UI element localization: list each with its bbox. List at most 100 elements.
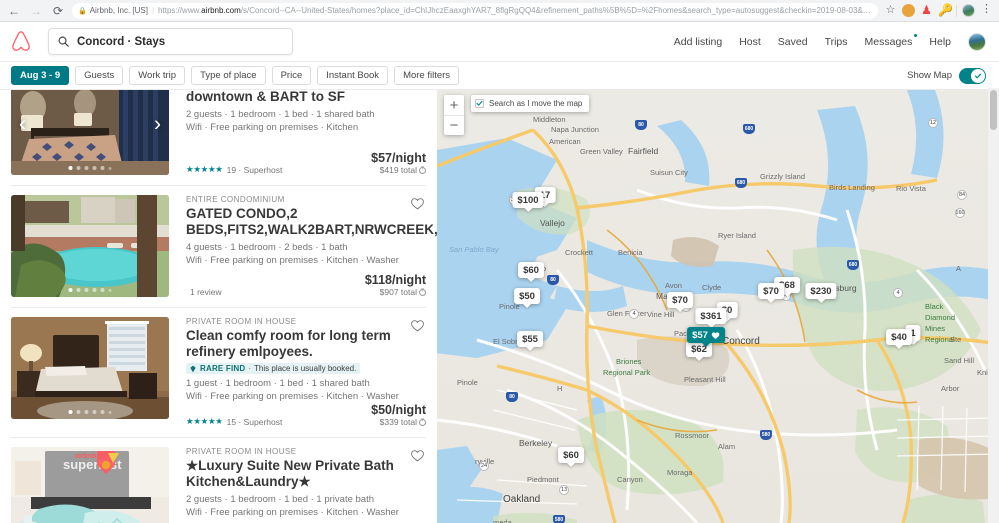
highway-shield-i580b: 580 xyxy=(760,430,772,440)
map-price-marker-50[interactable]: $50 xyxy=(514,288,540,308)
map-price-marker-361[interactable]: $361 xyxy=(695,308,727,328)
map-zoom-out-button[interactable]: − xyxy=(444,115,464,135)
filter-price[interactable]: Price xyxy=(271,66,312,85)
page-scrollbar-thumb[interactable] xyxy=(990,90,997,130)
listing-specs: 1 guest · 1 bedroom · 1 bed · 1 shared b… xyxy=(186,378,370,389)
listing-review-count: 1 review xyxy=(190,287,222,297)
toggle-knob xyxy=(971,68,985,83)
nav-add-listing[interactable]: Add listing xyxy=(674,36,722,48)
listing-photo[interactable]: ‹ › xyxy=(11,90,169,175)
listing-total: $907 total? xyxy=(365,287,426,297)
listing-photo[interactable] xyxy=(11,317,169,419)
filter-guests[interactable]: Guests xyxy=(75,66,124,85)
marker-tail xyxy=(782,293,791,297)
search-results-list[interactable]: ‹ › Large private room Concord downtown … xyxy=(0,90,437,523)
listing-photo-image xyxy=(11,317,169,419)
user-avatar[interactable] xyxy=(968,32,986,51)
highway-shield-84: 84 xyxy=(957,190,967,200)
listing-title[interactable]: ★Luxury Suite New Private Bath Kitchen&L… xyxy=(186,458,426,490)
star-rating-icon: ★★★★★ xyxy=(186,164,223,174)
listing-card[interactable]: Private room in house Clean comfy room f… xyxy=(11,308,426,438)
chrome-menu-icon[interactable]: ⋮ xyxy=(980,4,993,17)
filter-more-filters[interactable]: More filters xyxy=(394,66,460,85)
favorite-heart-icon[interactable] xyxy=(410,318,425,333)
map-price-marker-230[interactable]: $230 xyxy=(805,283,837,303)
map-price-marker-70-b[interactable]: $70 xyxy=(758,283,784,303)
carousel-next-icon[interactable]: › xyxy=(154,114,161,135)
highway-shield-24: 24 xyxy=(479,461,489,471)
nav-saved[interactable]: Saved xyxy=(778,36,808,48)
listing-photo-image: superh st airbnb xyxy=(11,447,169,523)
map-panel[interactable]: San Pablo Bay Middleton Napa Junction Am… xyxy=(437,90,999,523)
reload-icon[interactable]: ⟳ xyxy=(48,2,68,20)
listing-card[interactable]: ‹ › Large private room Concord downtown … xyxy=(11,90,426,186)
address-bar[interactable]: 🔒 Airbnb, Inc. [US] | https://www.airbnb… xyxy=(72,2,878,19)
filter-instant-book[interactable]: Instant Book xyxy=(317,66,389,85)
show-map-label: Show Map xyxy=(907,70,952,81)
highway-shield-4c: 4 xyxy=(629,309,639,319)
chrome-profile-avatar[interactable] xyxy=(962,4,975,17)
back-arrow-icon[interactable]: ← xyxy=(4,2,24,20)
nav-help[interactable]: Help xyxy=(929,36,951,48)
listing-card[interactable]: superh st airbnb Private room in house ★… xyxy=(11,438,426,523)
map-price-marker-60-a[interactable]: $60 xyxy=(518,262,544,282)
listing-total: $419 total? xyxy=(371,165,426,175)
show-map-toggle[interactable] xyxy=(959,67,986,84)
listing-photo[interactable]: superh st airbnb xyxy=(11,447,169,523)
search-input[interactable]: Concord · Stays xyxy=(48,28,293,55)
photo-dots xyxy=(68,288,112,292)
favorite-heart-icon[interactable] xyxy=(410,196,425,211)
info-question-icon[interactable]: ? xyxy=(419,166,426,174)
map-price-marker-70-a[interactable]: $70 xyxy=(667,292,693,312)
filter-dates[interactable]: Aug 3 - 9 xyxy=(11,66,70,85)
listing-price: $57/night xyxy=(371,151,426,165)
nav-trips[interactable]: Trips xyxy=(825,36,848,48)
extension-key-icon[interactable]: 🔑 xyxy=(938,4,953,17)
marker-price-label: $50 xyxy=(514,288,540,304)
listing-photo-image xyxy=(11,195,169,297)
site-header: Concord · Stays Add listing Host Saved T… xyxy=(0,22,999,62)
listing-rating: ★★★★★ 15 · Superhost xyxy=(186,416,282,427)
map-price-marker-57-selected[interactable]: $57 xyxy=(687,327,725,347)
highway-shield-i80-b: 80 xyxy=(547,275,559,285)
listing-amenities: Wifi · Free parking on premises · Kitche… xyxy=(186,391,399,402)
marker-price-label: $40 xyxy=(886,329,912,345)
listing-bottom-row: ★★★★★ 19 · Superhost $57/night $419 tota… xyxy=(186,151,426,175)
listing-title[interactable]: Clean comfy room for long term refinery … xyxy=(186,328,426,360)
map-price-marker-100[interactable]: $100 xyxy=(512,192,544,212)
map-price-marker-55[interactable]: $55 xyxy=(517,331,543,351)
listing-card[interactable]: Entire condominium GATED CONDO,2 BEDS,FI… xyxy=(11,186,437,308)
listing-total: $339 total? xyxy=(371,417,426,427)
diamond-icon xyxy=(190,365,196,372)
filter-type-of-place[interactable]: Type of place xyxy=(191,66,266,85)
map-zoom-in-button[interactable]: + xyxy=(444,95,464,115)
listing-title[interactable]: GATED CONDO,2 BEDS,FITS2,WALK2BART,NRWCR… xyxy=(186,206,437,238)
map-price-marker-40[interactable]: $40 xyxy=(886,329,912,349)
extension-honey-icon[interactable]: ♟ xyxy=(920,4,933,17)
listing-photo[interactable] xyxy=(11,195,169,297)
page-scrollbar[interactable] xyxy=(988,88,999,523)
search-as-move-checkbox[interactable] xyxy=(475,99,484,108)
search-as-move-control[interactable]: Search as I move the map xyxy=(471,95,590,112)
airbnb-logo-icon[interactable] xyxy=(10,28,36,56)
listing-title[interactable]: Large private room Concord downtown & BA… xyxy=(186,90,426,105)
nav-host[interactable]: Host xyxy=(739,36,761,48)
info-question-icon[interactable]: ? xyxy=(419,418,426,426)
marker-price-label: $57 xyxy=(687,327,725,343)
forward-arrow-icon[interactable]: → xyxy=(26,2,46,20)
extension-cookie-icon[interactable] xyxy=(902,4,915,17)
rare-find-tag: RARE FIND xyxy=(200,364,246,373)
info-question-icon[interactable]: ? xyxy=(419,288,426,296)
carousel-prev-icon[interactable]: ‹ xyxy=(19,114,26,135)
listing-bottom-row: ★★★★★ 15 · Superhost $50/night $339 tota… xyxy=(186,403,426,427)
marker-price-text: $57 xyxy=(692,329,708,341)
favorite-heart-icon[interactable] xyxy=(410,448,425,463)
map-price-marker-60-b[interactable]: $60 xyxy=(558,447,584,467)
bookmark-star-icon[interactable]: ☆ xyxy=(884,4,897,17)
listing-total-text: $339 total xyxy=(379,417,417,427)
highway-shield-13: 13 xyxy=(559,485,569,495)
listing-bottom-row: 1 review $118/night $907 total? xyxy=(186,273,426,297)
nav-messages[interactable]: Messages xyxy=(865,33,918,48)
site-identity-label: Airbnb, Inc. [US] xyxy=(89,6,148,15)
filter-work-trip[interactable]: Work trip xyxy=(129,66,186,85)
